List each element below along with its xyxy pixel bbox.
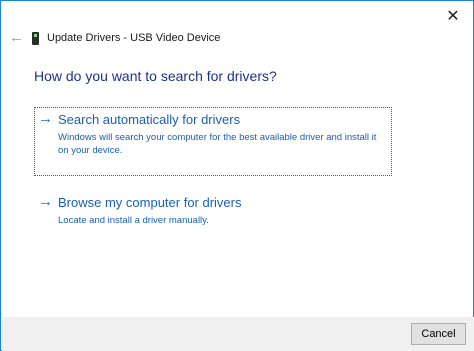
option-title: Browse my computer for drivers bbox=[58, 195, 242, 210]
dialog-footer: Cancel bbox=[2, 317, 474, 351]
title-bar: ✕ bbox=[1, 1, 473, 31]
close-button[interactable]: ✕ bbox=[433, 1, 473, 31]
option-title: Search automatically for drivers bbox=[58, 112, 241, 127]
close-icon: ✕ bbox=[446, 8, 460, 25]
option-description: Windows will search your computer for th… bbox=[58, 132, 377, 156]
page-heading: How do you want to search for drivers? bbox=[34, 68, 277, 84]
arrow-right-icon: → bbox=[38, 110, 53, 127]
arrow-right-icon: → bbox=[38, 193, 53, 210]
option-description: Locate and install a driver manually. bbox=[58, 215, 209, 226]
usb-video-device-icon bbox=[32, 32, 39, 45]
browse-computer-option[interactable]: → Browse my computer for drivers Locate … bbox=[35, 191, 391, 227]
cancel-button[interactable]: Cancel bbox=[411, 323, 466, 345]
search-automatically-option[interactable]: → Search automatically for drivers Windo… bbox=[34, 107, 392, 176]
dialog-title: Update Drivers - USB Video Device bbox=[47, 32, 221, 44]
update-drivers-dialog: ✕ ← Update Drivers - USB Video Device Ho… bbox=[0, 0, 474, 351]
back-arrow-icon[interactable]: ← bbox=[9, 30, 27, 46]
